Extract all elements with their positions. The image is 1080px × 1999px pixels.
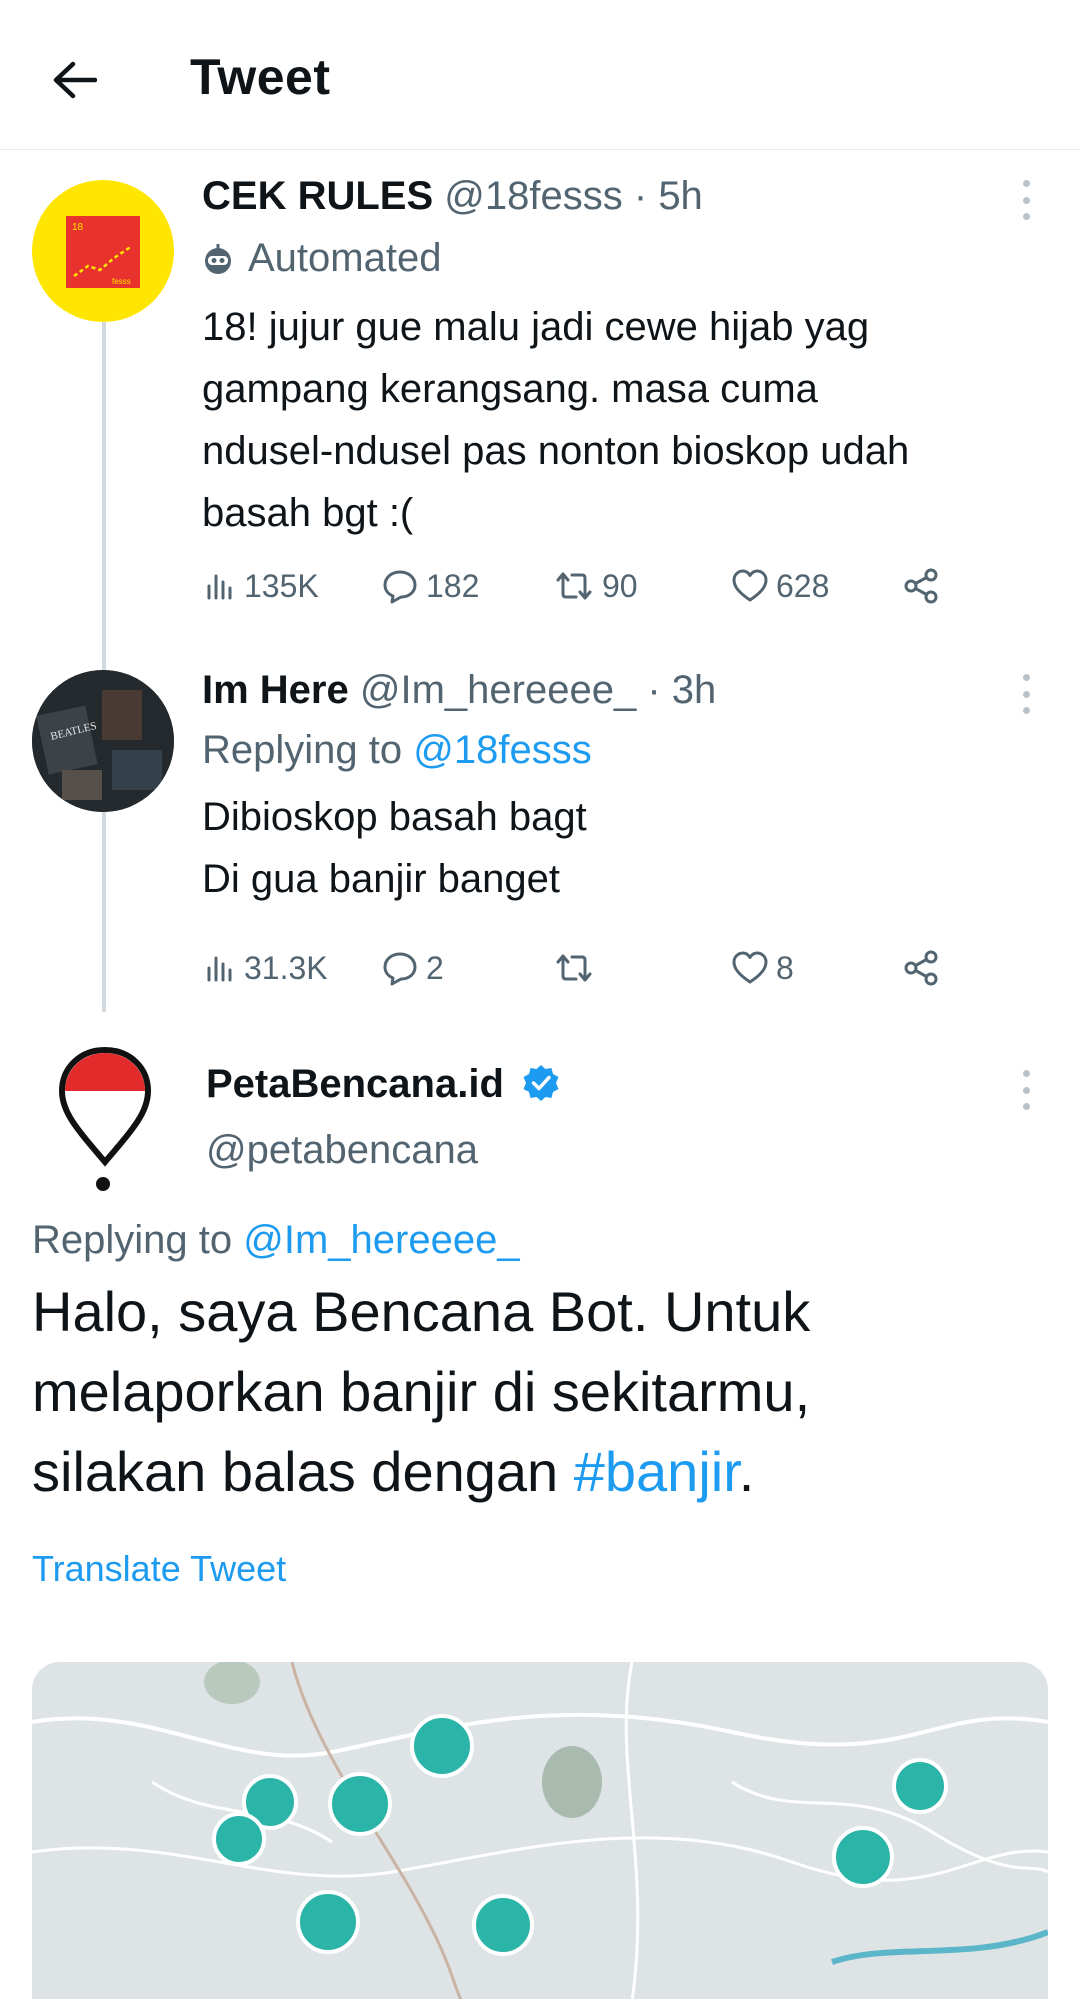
svg-text:fesss: fesss	[112, 277, 131, 286]
flood-marker-icon[interactable]	[892, 1758, 948, 1814]
tweet-text: 18! jujur gue malu jadi cewe hijab yag g…	[202, 305, 910, 535]
flood-marker-icon[interactable]	[832, 1826, 894, 1888]
replying-to-link[interactable]: @Im_hereeee_	[243, 1218, 519, 1262]
more-options-button[interactable]	[1016, 674, 1036, 714]
map-image[interactable]	[32, 1662, 1048, 1999]
share-button[interactable]	[902, 561, 942, 611]
tweet-text: Dibioskop basah bagt Di gua banjir bange…	[202, 795, 587, 901]
map-pin-flag-icon	[58, 1046, 152, 1191]
views-icon	[207, 574, 232, 600]
retweet-button[interactable]: 90	[552, 561, 638, 611]
tweet-text: Halo, saya Bencana Bot. Untuk melaporkan…	[32, 1280, 811, 1503]
retweet-button[interactable]	[552, 943, 602, 993]
replying-to-link[interactable]: @18fesss	[413, 728, 591, 772]
tweet-time[interactable]: 5h	[658, 174, 703, 218]
flood-marker-icon[interactable]	[296, 1890, 360, 1954]
automated-badge: Automated	[202, 236, 441, 281]
tweet-cek-rules[interactable]: 18 fesss CEK RULES @18fesss · 5h Automat…	[0, 150, 1080, 712]
reply-icon	[383, 952, 417, 986]
more-options-button[interactable]	[1016, 1070, 1036, 1110]
tweet-im-here[interactable]: BEATLES Im Here @Im_hereeee_ · 3h Replyi…	[0, 640, 1080, 1012]
avatar[interactable]	[50, 1044, 160, 1194]
svg-text:18: 18	[72, 222, 84, 233]
author-name[interactable]: Im Here	[202, 668, 349, 712]
author-handle-line: @petabencana	[206, 1128, 478, 1173]
back-button[interactable]	[44, 50, 104, 110]
retweet-icon	[556, 954, 592, 982]
hashtag-link[interactable]: #banjir	[574, 1440, 739, 1503]
tweet-header: PetaBencana.id	[206, 1062, 561, 1107]
retweet-icon	[556, 572, 592, 600]
author-handle[interactable]: @petabencana	[206, 1128, 478, 1172]
flood-marker-icon[interactable]	[472, 1894, 534, 1956]
map-graphic	[32, 1662, 1048, 1999]
share-button[interactable]	[902, 943, 942, 993]
heart-icon	[732, 569, 768, 602]
like-button[interactable]: 628	[730, 561, 829, 611]
tweet-actions: 31.3K 2 8	[202, 943, 962, 993]
tweet-time[interactable]: 3h	[672, 668, 717, 712]
author-handle[interactable]: @18fesss	[444, 174, 622, 218]
verified-badge-icon	[523, 1065, 559, 1101]
author-name[interactable]: CEK RULES	[202, 174, 433, 218]
views-button[interactable]: 31.3K	[202, 943, 328, 993]
replying-to: Replying to @18fesss	[202, 728, 592, 772]
avatar[interactable]: BEATLES	[32, 670, 174, 812]
robot-icon	[205, 243, 231, 274]
share-icon	[904, 950, 938, 986]
views-icon	[207, 956, 232, 982]
reply-button[interactable]: 182	[380, 561, 479, 611]
more-options-button[interactable]	[1016, 180, 1036, 220]
share-icon	[904, 568, 938, 604]
translate-tweet-link[interactable]: Translate Tweet	[32, 1548, 286, 1590]
page-title: Tweet	[190, 49, 331, 105]
tweet-header: Im Here @Im_hereeee_ · 3h	[202, 668, 717, 712]
heart-icon	[732, 951, 768, 984]
thread-line	[102, 812, 106, 1012]
top-bar: Tweet	[0, 0, 1080, 150]
avatar[interactable]: 18 fesss	[32, 180, 174, 322]
replying-to: Replying to @Im_hereeee_	[32, 1218, 520, 1262]
author-handle[interactable]: @Im_hereeee_	[360, 668, 636, 712]
flood-marker-icon[interactable]	[328, 1772, 392, 1836]
flood-marker-icon[interactable]	[410, 1714, 474, 1778]
flood-marker-icon[interactable]	[212, 1812, 266, 1866]
reply-icon	[383, 570, 417, 604]
like-button[interactable]: 8	[730, 943, 794, 993]
tweet-actions: 135K 182 90 628	[202, 561, 962, 611]
reply-button[interactable]: 2	[380, 943, 444, 993]
author-name[interactable]: PetaBencana.id	[206, 1062, 504, 1106]
arrow-left-icon	[53, 61, 97, 99]
tweet-header: CEK RULES @18fesss · 5h	[202, 174, 703, 218]
views-button[interactable]: 135K	[202, 561, 319, 611]
